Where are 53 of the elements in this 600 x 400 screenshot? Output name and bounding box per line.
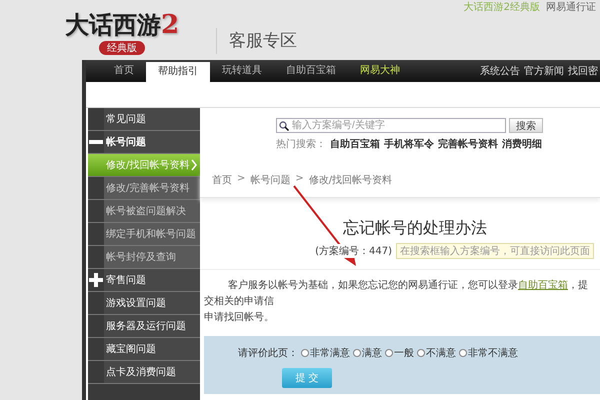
section-title: 客服专区 <box>216 28 297 54</box>
radio-button[interactable] <box>417 349 425 357</box>
rating-option[interactable]: 一般 <box>385 346 414 360</box>
nav-tab[interactable]: 首页 <box>102 60 146 82</box>
radio-button[interactable] <box>353 349 361 357</box>
sidebar-item[interactable]: 点卡及消费问题 <box>88 361 200 384</box>
search-field[interactable]: 输入方案编号/关键字 <box>276 118 506 133</box>
article-number: (方案编号：447) <box>315 244 392 258</box>
nav-tab[interactable]: 玩转道具 <box>210 60 274 82</box>
article-paragraph: 客户服务以帐号为基础，如果您忘记您的网易通行证，您可以登录自助百宝箱，提交相关的申请信 <box>203 278 589 309</box>
sidebar-item[interactable]: 寄售问题 <box>88 269 200 292</box>
breadcrumb-link[interactable]: 首页 <box>212 173 232 187</box>
hot-link[interactable]: 消费明细 <box>502 137 542 151</box>
sidebar-item[interactable]: 游戏设置问题 <box>88 292 200 315</box>
rating-option[interactable]: 非常满意 <box>301 346 350 360</box>
paragraph-link[interactable]: 自助百宝箱 <box>518 280 568 291</box>
radio-button[interactable] <box>301 349 309 357</box>
nav-link[interactable]: 系统公告 <box>480 64 520 78</box>
sidebar-item[interactable]: 帐号问题 <box>88 131 200 154</box>
rating-option[interactable]: 非常不满意 <box>459 346 518 360</box>
hot-link[interactable]: 手机将军令 <box>384 137 434 151</box>
nav-link[interactable]: 找回密 <box>568 64 598 78</box>
search-icon <box>279 121 289 131</box>
rating-label: 请评价此页： <box>238 346 298 360</box>
sidebar-item[interactable]: 常见问题 <box>88 108 200 131</box>
nav-tab[interactable]: 帮助指引 <box>146 62 210 82</box>
hot-label: 热门搜索： <box>276 138 326 151</box>
rating-option[interactable]: 满意 <box>353 346 382 360</box>
sidebar-item[interactable]: 绑定手机和帐号问题 <box>88 223 200 246</box>
nav-link[interactable]: 官方新闻 <box>524 64 564 78</box>
game-logo: 大话西游2 经典版 <box>64 9 180 57</box>
radio-button[interactable] <box>459 349 467 357</box>
article-title: 忘记帐号的处理办法 <box>342 218 488 239</box>
hot-link[interactable]: 自助百宝箱 <box>330 137 380 151</box>
article-paragraph: 申请找回帐号。 <box>203 310 275 325</box>
hot-link[interactable]: 完善帐号资料 <box>438 137 498 151</box>
radio-button[interactable] <box>385 349 393 357</box>
rating-option[interactable]: 不满意 <box>417 346 456 360</box>
breadcrumb-link[interactable]: 帐号问题 <box>250 173 290 187</box>
breadcrumb-separator: > <box>295 173 304 186</box>
sidebar-item[interactable]: 修改/完善帐号资料 <box>88 177 200 200</box>
sidebar-item[interactable]: 服务器及运行问题 <box>88 315 200 338</box>
search-button[interactable]: 搜索 <box>509 118 543 133</box>
breadcrumb-separator: > <box>237 173 246 186</box>
chevron-icon <box>191 159 198 171</box>
breadcrumb-link[interactable]: 修改/找回帐号资料 <box>308 173 392 187</box>
top-link[interactable]: 网易通行证 <box>546 0 596 14</box>
nav-tab[interactable]: 自助百宝箱 <box>274 60 348 82</box>
sidebar-item[interactable]: 藏宝阁问题 <box>88 338 200 361</box>
sidebar-item[interactable]: 帐号封停及查询 <box>88 246 200 269</box>
tip-note: 在搜索框输入方案编号，可直接访问此页面 <box>396 243 594 259</box>
nav-tab[interactable]: 网易大神 <box>348 60 412 82</box>
sidebar-item[interactable]: 帐号被盗问题解决 <box>88 200 200 223</box>
